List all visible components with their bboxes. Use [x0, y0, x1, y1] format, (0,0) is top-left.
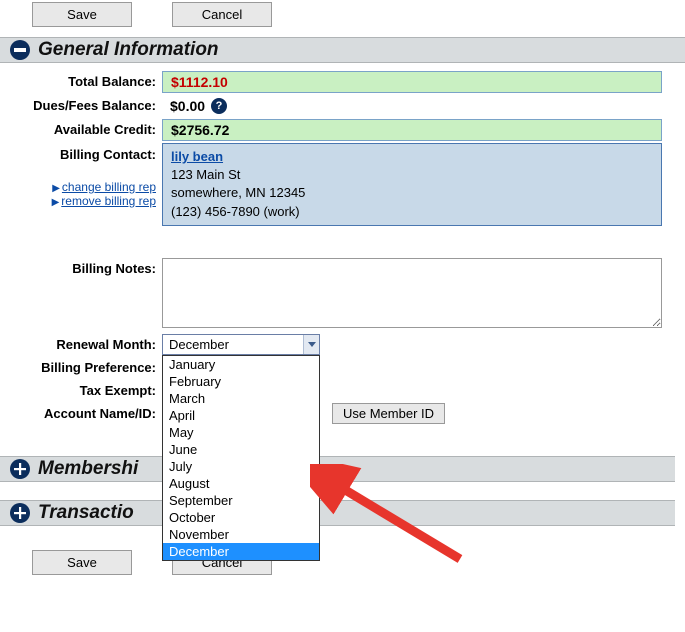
- expand-icon: [10, 459, 30, 479]
- billing-contact-city: somewhere, MN 12345: [171, 184, 653, 202]
- section-title: General Information: [38, 39, 219, 61]
- billing-notes-textarea[interactable]: [162, 258, 662, 328]
- billing-contact-street: 123 Main St: [171, 166, 653, 184]
- renewal-month-option[interactable]: January: [163, 356, 319, 373]
- change-billing-rep-link[interactable]: change billing rep: [62, 180, 156, 194]
- collapse-icon: [10, 40, 30, 60]
- renewal-month-dropdown[interactable]: JanuaryFebruaryMarchAprilMayJuneJulyAugu…: [162, 355, 320, 561]
- expand-icon: [10, 503, 30, 523]
- billing-contact-phone: (123) 456-7890 (work): [171, 203, 653, 221]
- total-balance-label: Total Balance:: [0, 71, 162, 92]
- save-button[interactable]: Save: [32, 550, 132, 575]
- triangle-icon: ▶: [52, 197, 60, 208]
- billing-contact-name-link[interactable]: lily bean: [171, 149, 223, 164]
- renewal-month-option[interactable]: September: [163, 492, 319, 509]
- renewal-month-option[interactable]: July: [163, 458, 319, 475]
- tax-exempt-label: Tax Exempt:: [0, 380, 162, 401]
- use-member-id-button[interactable]: Use Member ID: [332, 403, 445, 424]
- renewal-month-label: Renewal Month:: [0, 334, 162, 355]
- renewal-month-option[interactable]: June: [163, 441, 319, 458]
- renewal-month-selected: December: [163, 335, 303, 354]
- billing-contact-box: lily bean 123 Main St somewhere, MN 1234…: [162, 143, 662, 226]
- renewal-month-option[interactable]: December: [163, 543, 319, 560]
- renewal-month-option[interactable]: February: [163, 373, 319, 390]
- triangle-icon: ▶: [52, 183, 60, 194]
- renewal-month-option[interactable]: November: [163, 526, 319, 543]
- renewal-month-option[interactable]: August: [163, 475, 319, 492]
- billing-notes-label: Billing Notes:: [0, 258, 162, 279]
- general-information-header[interactable]: General Information: [0, 37, 685, 63]
- renewal-month-option[interactable]: April: [163, 407, 319, 424]
- available-credit-label: Available Credit:: [0, 119, 162, 140]
- total-balance-value: $1112.10: [162, 71, 662, 93]
- chevron-down-icon: [303, 335, 319, 354]
- renewal-month-select[interactable]: December: [162, 334, 320, 355]
- dues-fees-balance-label: Dues/Fees Balance:: [0, 95, 162, 116]
- help-icon[interactable]: ?: [211, 98, 227, 114]
- section-title: Membershi: [38, 458, 138, 480]
- transactions-header[interactable]: Transactio: [0, 500, 675, 526]
- renewal-month-option[interactable]: October: [163, 509, 319, 526]
- renewal-month-option[interactable]: March: [163, 390, 319, 407]
- memberships-header[interactable]: Membershi: [0, 456, 675, 482]
- section-title: Transactio: [38, 502, 134, 524]
- save-button[interactable]: Save: [32, 2, 132, 27]
- dues-fees-balance-value: $0.00: [170, 98, 205, 114]
- renewal-month-option[interactable]: May: [163, 424, 319, 441]
- available-credit-value: $2756.72: [162, 119, 662, 141]
- cancel-button[interactable]: Cancel: [172, 2, 272, 27]
- billing-preference-label: Billing Preference:: [0, 357, 162, 378]
- remove-billing-rep-link[interactable]: remove billing rep: [61, 194, 156, 208]
- account-name-id-label: Account Name/ID:: [0, 403, 162, 424]
